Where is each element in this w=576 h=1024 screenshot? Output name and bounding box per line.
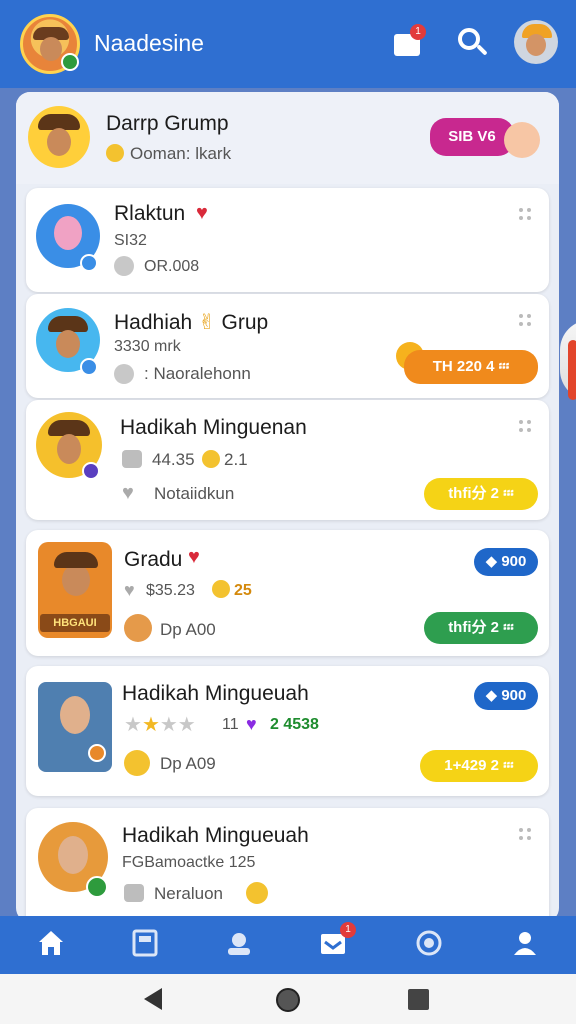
star-empty-icon: ★★ bbox=[159, 714, 196, 736]
mascot-icon bbox=[504, 122, 540, 158]
reward-pill[interactable]: TH 220 4 ፡፡፡ bbox=[404, 350, 538, 384]
heart-icon: ♥ bbox=[188, 546, 200, 568]
face-icon bbox=[40, 37, 62, 61]
heart-icon: ♥ bbox=[246, 714, 257, 734]
group-header-title: Darrp Grump bbox=[106, 112, 229, 135]
item-line3: Dp A09 bbox=[160, 754, 216, 773]
home-icon[interactable] bbox=[36, 928, 68, 960]
item-line2: $35.23 bbox=[146, 582, 195, 599]
group-header-pill[interactable]: SIB V6 bbox=[430, 118, 514, 156]
coin-badge-value: 900 bbox=[501, 687, 527, 704]
item-line3: : Naoralehonn bbox=[144, 364, 251, 383]
item-line3: Dp A00 bbox=[160, 620, 216, 639]
list-item[interactable]: Hadhiah ✌ Grup 3330 mrk : Naoralehonn TH… bbox=[26, 294, 549, 398]
group-icon[interactable] bbox=[224, 928, 256, 960]
reward-pill[interactable]: thfi分 2 ፡፡፡ bbox=[424, 478, 538, 510]
group-badge bbox=[82, 462, 100, 480]
item-line3: Notaiidkun bbox=[154, 484, 235, 503]
coin-icon bbox=[212, 580, 230, 598]
inbox-icon[interactable]: 1 bbox=[318, 922, 356, 960]
group-header-avatar bbox=[28, 106, 90, 168]
item-title: Hadikah Mingueuah bbox=[122, 682, 309, 705]
profile-avatar[interactable] bbox=[514, 20, 558, 64]
item-title: Hadhiah ✌ Grup bbox=[114, 310, 268, 335]
group-list-panel: Darrp Grump Ooman: lkark SIB V6 Rlaktun … bbox=[16, 92, 559, 922]
hand-icon: ✌ bbox=[198, 311, 216, 334]
online-badge bbox=[61, 53, 79, 71]
item-line3: Neraluon bbox=[154, 884, 223, 903]
side-decoration bbox=[560, 320, 576, 400]
profile-icon[interactable] bbox=[510, 928, 542, 960]
news-icon[interactable] bbox=[130, 928, 162, 960]
coin-badge[interactable]: ◆ 900 bbox=[474, 548, 538, 576]
item-title: Hadikah Minguenan bbox=[120, 416, 307, 439]
notification-badge: 1 bbox=[410, 24, 426, 40]
group-avatar[interactable] bbox=[20, 14, 80, 74]
list-item[interactable]: Rlaktun ♥ SI32 OR.008 bbox=[26, 188, 549, 292]
item-line2-value: 2.1 bbox=[224, 450, 248, 469]
star-rating: ★★★★ bbox=[124, 712, 196, 737]
online-badge bbox=[86, 876, 108, 898]
verified-badge bbox=[80, 254, 98, 272]
list-item[interactable]: Hadikah Minguenan 44.35 2.1 ♥ Notaiidkun… bbox=[26, 400, 549, 520]
group-header-subtitle: Ooman: lkark bbox=[130, 144, 232, 163]
home-button-icon[interactable] bbox=[276, 988, 300, 1012]
group-header[interactable]: Darrp Grump Ooman: lkark SIB V6 bbox=[16, 92, 559, 184]
item-line2-value: 25 bbox=[234, 582, 252, 599]
system-nav-bar bbox=[0, 974, 576, 1024]
heart-outline-icon: ♥ bbox=[124, 580, 135, 600]
puzzle-icon bbox=[122, 450, 142, 468]
drag-handle-icon[interactable] bbox=[519, 208, 533, 222]
star-empty-icon: ★ bbox=[124, 714, 142, 736]
item-line2-score: 2 4538 bbox=[270, 716, 319, 733]
verified-badge bbox=[80, 358, 98, 376]
coin-badge-value: 900 bbox=[501, 553, 527, 570]
item-title: Gradu bbox=[124, 548, 183, 571]
star-filled-icon: ★ bbox=[141, 714, 160, 736]
search-icon[interactable] bbox=[456, 26, 490, 60]
coin-icon bbox=[202, 450, 220, 468]
game-label: HBGAUI bbox=[40, 614, 110, 632]
item-title: Rlaktun bbox=[114, 202, 186, 225]
drag-handle-icon[interactable] bbox=[519, 420, 533, 434]
coin-icon bbox=[124, 750, 150, 776]
shield-icon: ◆ bbox=[485, 687, 502, 704]
coin-badge[interactable]: ◆ 900 bbox=[474, 682, 538, 710]
list-item[interactable]: Hadikah Mingueuah FGBamoactke 125 Neralu… bbox=[26, 808, 549, 922]
notification-badge: 1 bbox=[340, 922, 356, 938]
bottom-nav: 1 bbox=[0, 916, 576, 974]
reward-pill[interactable]: 1+429 2 ፡፡፡ bbox=[420, 750, 538, 782]
item-line2: FGBamoactke 125 bbox=[122, 854, 256, 871]
item-title-part2: Grup bbox=[221, 311, 269, 334]
item-title-part1: Hadhiah bbox=[114, 311, 193, 334]
coin-icon bbox=[106, 144, 124, 162]
list-item[interactable]: HBGAUI Gradu ♥ ♥ $35.23 25 Dp A00 ◆ 900 … bbox=[26, 530, 549, 656]
back-icon[interactable] bbox=[144, 988, 162, 1010]
coin-icon bbox=[246, 882, 268, 904]
item-line2: SI32 bbox=[114, 232, 147, 249]
gift-icon bbox=[114, 364, 134, 384]
app-title: Naadesine bbox=[94, 30, 204, 56]
gift-icon bbox=[114, 256, 134, 276]
chat-icon[interactable] bbox=[414, 928, 446, 960]
item-title: Hadikah Mingueuah bbox=[122, 824, 309, 847]
puzzle-icon bbox=[124, 884, 144, 902]
drag-handle-icon[interactable] bbox=[519, 828, 533, 842]
game-thumbnail: HBGAUI bbox=[38, 542, 112, 638]
list-item[interactable]: Hadikah Mingueuah ★★★★ 11 ♥ 2 4538 Dp A0… bbox=[26, 666, 549, 796]
mascot-icon bbox=[124, 614, 152, 642]
inbox-icon[interactable]: 1 bbox=[392, 24, 426, 60]
item-line2: 3330 mrk bbox=[114, 338, 181, 355]
reward-pill[interactable]: thfi分 2 ፡፡፡ bbox=[424, 612, 538, 644]
heart-outline-icon: ♥ bbox=[122, 482, 134, 504]
shield-icon: ◆ bbox=[485, 553, 502, 570]
drag-handle-icon[interactable] bbox=[519, 314, 533, 328]
recents-icon[interactable] bbox=[408, 989, 429, 1010]
item-line2: 44.35 bbox=[152, 450, 195, 469]
top-app-bar: Naadesine 1 bbox=[0, 0, 576, 88]
item-line2-value: 11 bbox=[222, 716, 239, 733]
item-line3: OR.008 bbox=[144, 258, 200, 275]
heart-icon: ♥ bbox=[196, 202, 208, 224]
group-badge bbox=[88, 744, 106, 762]
